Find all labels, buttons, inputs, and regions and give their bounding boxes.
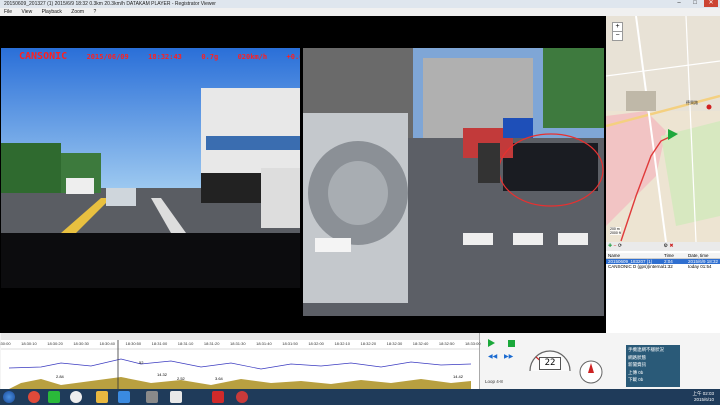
file-list: Name Time Date, time 20150609_183207 (1)… (606, 253, 720, 269)
timeline-label: 14.32 (157, 372, 168, 377)
timeline-graph[interactable]: 18:30:0018:30:1018:30:2018:30:3018:30:40… (0, 333, 481, 389)
menu-bar: File View Playback Zoom ? (0, 8, 720, 16)
timeline-label: 3.64 (215, 376, 223, 381)
map-toolbar: ✚ − ⟳ ⚙ ✖ (606, 242, 720, 251)
close-button[interactable]: ✕ (704, 0, 718, 7)
timeline-label: 14.42 (453, 374, 464, 379)
overlay-date: 2015/06/09 (86, 53, 129, 61)
folder-icon[interactable] (96, 391, 108, 403)
app-icon[interactable] (146, 391, 158, 403)
compass-icon (579, 360, 603, 384)
taskbar (0, 389, 720, 405)
add-icon[interactable]: ✚ (608, 243, 612, 249)
stop-icon[interactable] (508, 340, 515, 347)
app-icon[interactable] (236, 391, 248, 403)
menu-playback[interactable]: Playback (42, 9, 62, 15)
timeline-label: 52 (139, 360, 144, 365)
app-icon[interactable] (212, 391, 224, 403)
col-date[interactable]: Date, time (688, 253, 718, 258)
map-scale-bar: 200 m 2000 ft (610, 227, 621, 235)
step-forward-icon[interactable]: ▶▶ (504, 353, 513, 360)
notif-line: 手機連網不穩狀況 (628, 347, 664, 352)
line-icon[interactable] (48, 391, 60, 403)
chrome-icon[interactable] (28, 391, 40, 403)
file-date: today 01:54 (688, 264, 712, 269)
menu-view[interactable]: View (21, 9, 32, 15)
map-zoom-out-button[interactable]: − (612, 31, 623, 41)
network-notification[interactable]: 手機連網不穩狀況 網路狀態 新聞資訊 上傳 0b 下載 0b (626, 345, 680, 387)
overlay-extra: +0.075 (286, 53, 300, 61)
timeline-label: 2.84 (56, 374, 64, 379)
menu-help[interactable]: ? (93, 9, 96, 15)
play-icon[interactable] (488, 339, 495, 347)
notif-line: 新聞資訊 (628, 362, 646, 367)
loop-label[interactable]: Loop 4-8 (485, 379, 503, 384)
overlay-speed: 020km/h (237, 53, 268, 61)
menu-zoom[interactable]: Zoom (71, 9, 84, 15)
map-scale-imperial: 2000 ft (610, 231, 621, 235)
overlay-gforce: 0.7g (201, 53, 219, 61)
map-view[interactable]: + − 200 m 2000 ft 德興路 (606, 16, 720, 242)
file-row[interactable]: CANSONIC D (gps)(internal) 1:32 today 01… (606, 264, 720, 269)
clock-date: 2015/6/10 (693, 397, 714, 402)
delete-icon[interactable]: ✖ (669, 243, 673, 249)
notif-line: 上傳 0b (628, 369, 644, 375)
ie-icon[interactable] (118, 391, 130, 403)
maximize-button[interactable]: □ (688, 0, 702, 7)
app-icon[interactable] (170, 391, 182, 403)
speed-readout: 22 (539, 357, 561, 370)
overlay-time: 18:32:43 (148, 53, 182, 61)
front-camera-view[interactable]: CANSONIC 2015/06/09 18:32:43 0.7g 020km/… (1, 48, 300, 316)
video-overlay: CANSONIC 2015/06/09 18:32:43 0.7g 020km/… (19, 51, 300, 62)
refresh-icon[interactable]: ⟳ (618, 243, 622, 249)
notif-line: 網路狀態 (628, 354, 646, 360)
step-back-icon[interactable]: ◀◀ (488, 353, 497, 360)
minimize-button[interactable]: – (672, 0, 686, 7)
file-time: 1:32 (664, 264, 673, 269)
app-icon[interactable] (70, 391, 82, 403)
menu-file[interactable]: File (4, 9, 12, 15)
col-name[interactable]: Name (606, 253, 664, 258)
timeline-label: 2.52 (177, 376, 185, 381)
start-button[interactable] (3, 391, 15, 403)
video-panel[interactable]: CANSONIC 2015/06/09 18:32:43 0.7g 020km/… (0, 16, 606, 333)
rear-camera-view[interactable] (303, 48, 604, 316)
file-name: CANSONIC D (gps)(internal) (608, 264, 664, 269)
settings-icon[interactable]: ⚙ (664, 243, 668, 249)
map-place-label: 德興路 (686, 100, 698, 105)
taskbar-clock[interactable]: 上午 02:03 2015/6/10 (692, 391, 714, 403)
remove-icon[interactable]: − (614, 243, 617, 249)
overlay-brand: CANSONIC (19, 51, 68, 62)
col-time[interactable]: Time (664, 253, 688, 258)
window-title: 20150609_201327 (1) 2015/6/9 18:32 0.3km… (4, 1, 216, 7)
playback-panel: 18:30:0018:30:1018:30:2018:30:3018:30:40… (0, 333, 720, 389)
playback-controls: ◀◀ ▶▶ Loop 4-8 22 (482, 333, 606, 389)
notif-line: 下載 0b (628, 377, 644, 382)
window-titlebar: 20150609_201327 (1) 2015/6/9 18:32 0.3km… (0, 0, 720, 8)
